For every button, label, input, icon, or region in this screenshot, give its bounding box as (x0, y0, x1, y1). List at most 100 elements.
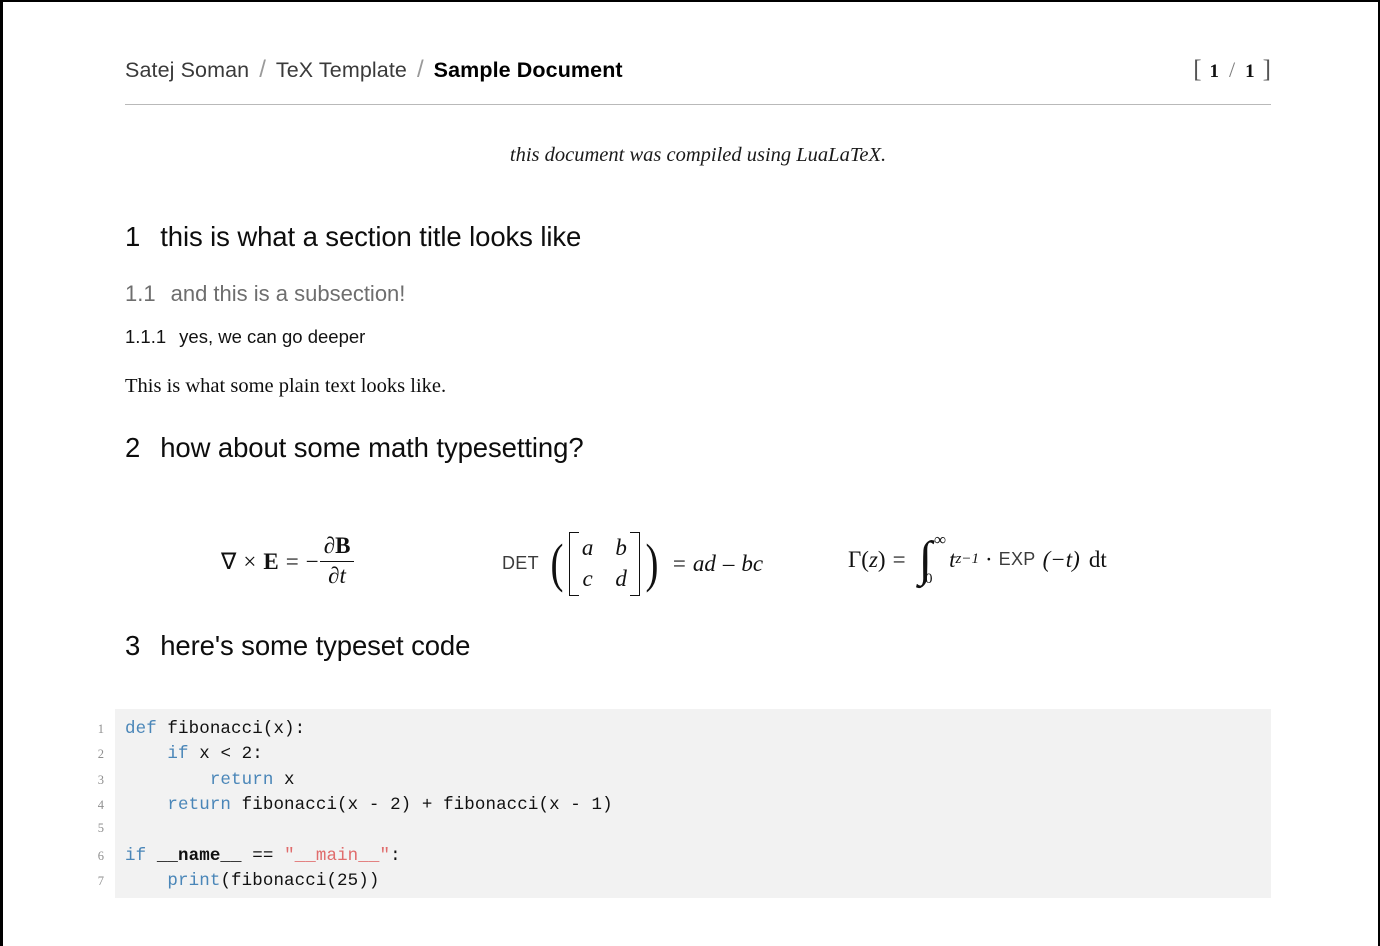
breadcrumb: Satej Soman / TeX Template / Sample Docu… (125, 58, 623, 82)
code-line-text: return fibonacci(x - 2) + fibonacci(x - … (115, 795, 613, 815)
paren-close: ) (877, 546, 886, 572)
code-line-text: def fibonacci(x): (115, 719, 305, 739)
variable-z: z (868, 546, 878, 572)
code-token-fn: print (167, 871, 221, 892)
section-title: here's some typeset code (160, 630, 471, 661)
subsubsection-title: yes, we can go deeper (179, 326, 366, 347)
code-token-str: "__main__" (284, 845, 391, 866)
matrix-cell-d: d (615, 565, 627, 591)
code-token-plain: x (284, 769, 295, 790)
left-paren: ( (550, 533, 564, 594)
code-token-kw: if (167, 744, 200, 765)
page-indicator-total: 1 (1245, 61, 1255, 82)
code-line-text: if x < 2: (115, 744, 263, 764)
cdot-symbol: · (985, 546, 993, 572)
page-indicator-close-bracket: ] (1262, 56, 1271, 83)
matrix-2x2: a b c d (568, 532, 640, 596)
document-subtitle: this document was compiled using LuaLaTe… (509, 144, 887, 166)
paren-open: ( (861, 546, 869, 572)
code-block: 1 def fibonacci(x): 2 if x < 2: 3 return x 4… (86, 709, 1271, 898)
exp-operator-label: EXP (998, 549, 1036, 569)
code-line-number: 5 (97, 820, 104, 835)
code-line-number: 3 (97, 772, 104, 787)
variable-t: t (339, 563, 346, 589)
breadcrumb-item-template[interactable]: TeX Template (276, 59, 407, 82)
field-E: E (263, 548, 279, 574)
code-token-kw: if (125, 845, 157, 866)
section-number: 3 (125, 630, 141, 661)
det-operator-label: DET (502, 553, 539, 574)
code-line: 7 print(fibonacci(25)) (86, 871, 1271, 896)
equals-symbol: = (892, 546, 906, 572)
equals-symbol: = (285, 548, 299, 574)
exponent-z-minus-1: z−1 (955, 551, 979, 567)
math-equation-row: ∇ × E = − ∂B ∂t DET ( a b c d) = ad – b… (125, 508, 1271, 604)
equation-determinant: DET ( a b c d ) = ad – bc (502, 532, 763, 596)
matrix-cell-b: b (615, 535, 627, 560)
partial-derivative-fraction: ∂B ∂t (319, 533, 355, 589)
page-indicator-current: 1 (1209, 61, 1220, 82)
document-page: Satej Soman / TeX Template / Sample Docu… (0, 0, 1380, 946)
page-indicator-open-bracket: [ (1193, 56, 1202, 83)
subsection-title: and this is a subsection! (170, 281, 406, 306)
equals-symbol: = (672, 550, 686, 576)
code-token-plain: (fibonacci(25)) (220, 871, 380, 892)
code-line-text: return x (115, 770, 295, 790)
matrix-cell-c: c (582, 565, 593, 591)
code-token-bld: __name__ (156, 845, 242, 866)
section-title: this is what a section title looks like (160, 221, 582, 252)
code-token-plain: fibonacci(x - 2) + fibonacci(x - 1) (241, 795, 613, 816)
code-token-plain: fibonacci(x): (167, 719, 306, 739)
code-line-text: if __name__ == "__main__": (115, 846, 401, 866)
matrix-right-bracket (629, 532, 640, 596)
field-B: B (335, 533, 351, 558)
code-line: 6 if __name__ == "__main__": (86, 846, 1271, 871)
code-token-plain: x < 2: (199, 744, 263, 765)
section-heading-2: 2 how about some math typesetting? (125, 432, 584, 464)
minus-symbol: – (722, 550, 735, 576)
code-line-number: 2 (97, 747, 104, 762)
code-line-number: 1 (97, 722, 104, 736)
header-rule (125, 104, 1271, 105)
code-line: 5 (86, 821, 1271, 846)
breadcrumb-item-current[interactable]: Sample Document (434, 59, 623, 82)
integral-limits: ∞ 0 (925, 530, 947, 589)
matrix-cells: a b c d (582, 532, 627, 596)
integral-group: ∫ ∞ 0 (919, 530, 947, 589)
code-line: 1 def fibonacci(x): (86, 719, 1271, 744)
differential-dt: dt (1088, 546, 1107, 572)
subsubsection-heading-1-1-1: 1.1.1 yes, we can go deeper (125, 326, 365, 348)
body-paragraph: This is what some plain text looks like. (125, 375, 447, 397)
code-line-text: print(fibonacci(25)) (115, 871, 379, 891)
page-indicator: [ 1 / 1 ] (1193, 56, 1271, 84)
equation-gamma-function: Γ(z) = ∫ ∞ 0 t z−1 · EXP (−t) dt (848, 530, 1107, 589)
code-line-number: 4 (97, 798, 104, 813)
fraction-denominator: ∂t (324, 562, 350, 589)
matrix-left-bracket (568, 532, 579, 596)
integral-lower-limit: 0 (925, 571, 933, 587)
breadcrumb-item-author[interactable]: Satej Soman (125, 59, 249, 82)
nabla-symbol: ∇ (221, 548, 237, 574)
gamma-symbol: Γ (848, 546, 862, 572)
code-token-kw: def (125, 719, 168, 739)
section-number: 2 (125, 432, 141, 463)
section-number: 1 (125, 221, 141, 252)
term-ad: ad (692, 550, 716, 576)
code-token-plain: == (241, 845, 285, 866)
section-heading-1: 1 this is what a section title looks like (125, 221, 581, 253)
partial-symbol: ∂ (323, 533, 336, 558)
times-symbol: × (243, 548, 257, 574)
exp-argument: (−t) (1042, 546, 1080, 572)
equation-maxwell-curl: ∇ × E = − ∂B ∂t (221, 533, 355, 589)
code-token-plain: : (390, 845, 401, 866)
page-header: Satej Soman / TeX Template / Sample Docu… (125, 56, 1271, 84)
integral-upper-limit: ∞ (934, 530, 947, 549)
code-lines[interactable]: 1 def fibonacci(x): 2 if x < 2: 3 return x 4… (86, 709, 1271, 897)
code-token-kw: return (167, 795, 242, 816)
matrix-cell-a: a (581, 535, 594, 560)
code-line-number: 6 (97, 848, 104, 863)
